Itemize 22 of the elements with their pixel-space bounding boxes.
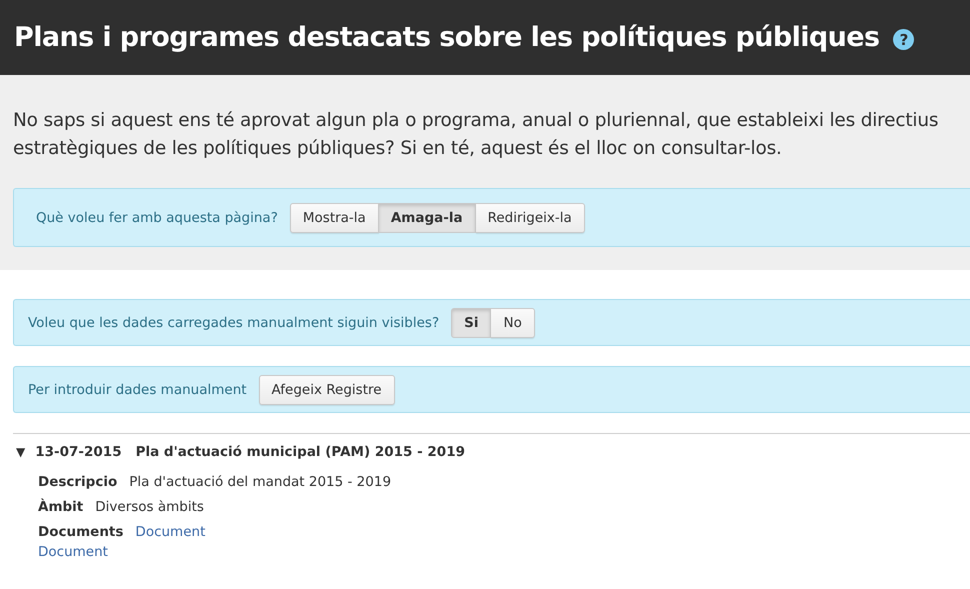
field-label: Documents	[38, 524, 124, 540]
field-value: Diversos àmbits	[95, 499, 204, 515]
field-value: Pla d'actuació del mandat 2015 - 2019	[129, 474, 392, 490]
visibility-label: Voleu que les dades carregades manualment siguin visibles?	[28, 314, 440, 330]
document-link[interactable]: Document	[135, 524, 206, 540]
record-date: 13-07-2015	[35, 444, 122, 460]
segment-button[interactable]: Mostra-la	[290, 202, 379, 232]
record-title: Pla d'actuació municipal (PAM) 2015 - 2019	[136, 444, 465, 460]
document-link[interactable]: Document	[38, 544, 108, 560]
add-record-button[interactable]: Afegeix Registre	[258, 374, 395, 404]
segment-button[interactable]: Redirigeix-la	[476, 202, 585, 232]
manual-entry-label: Per introduir dades manualment	[28, 382, 247, 398]
page-title: Plans i programes destacats sobre les polítiques públiques	[14, 22, 880, 53]
segment-button[interactable]: No	[491, 308, 535, 338]
intro-text: No saps si aquest ens té aprovat algun pla o programa, anual o pluriennal, que estableixi les directius estratègiques de les polítiques públiques? Si en té, aquest és el lloc on consultar-los.	[13, 109, 940, 161]
expand-toggle[interactable]: ▼	[16, 445, 26, 459]
segment-button[interactable]: Si	[451, 308, 492, 338]
segment-button[interactable]: Amaga-la	[378, 202, 476, 232]
field-label: Descripcio	[38, 474, 118, 490]
page-action-label: Què voleu fer amb aquesta pàgina?	[36, 210, 278, 226]
field-label: Àmbit	[38, 499, 84, 515]
help-icon[interactable]: ?	[893, 29, 914, 50]
